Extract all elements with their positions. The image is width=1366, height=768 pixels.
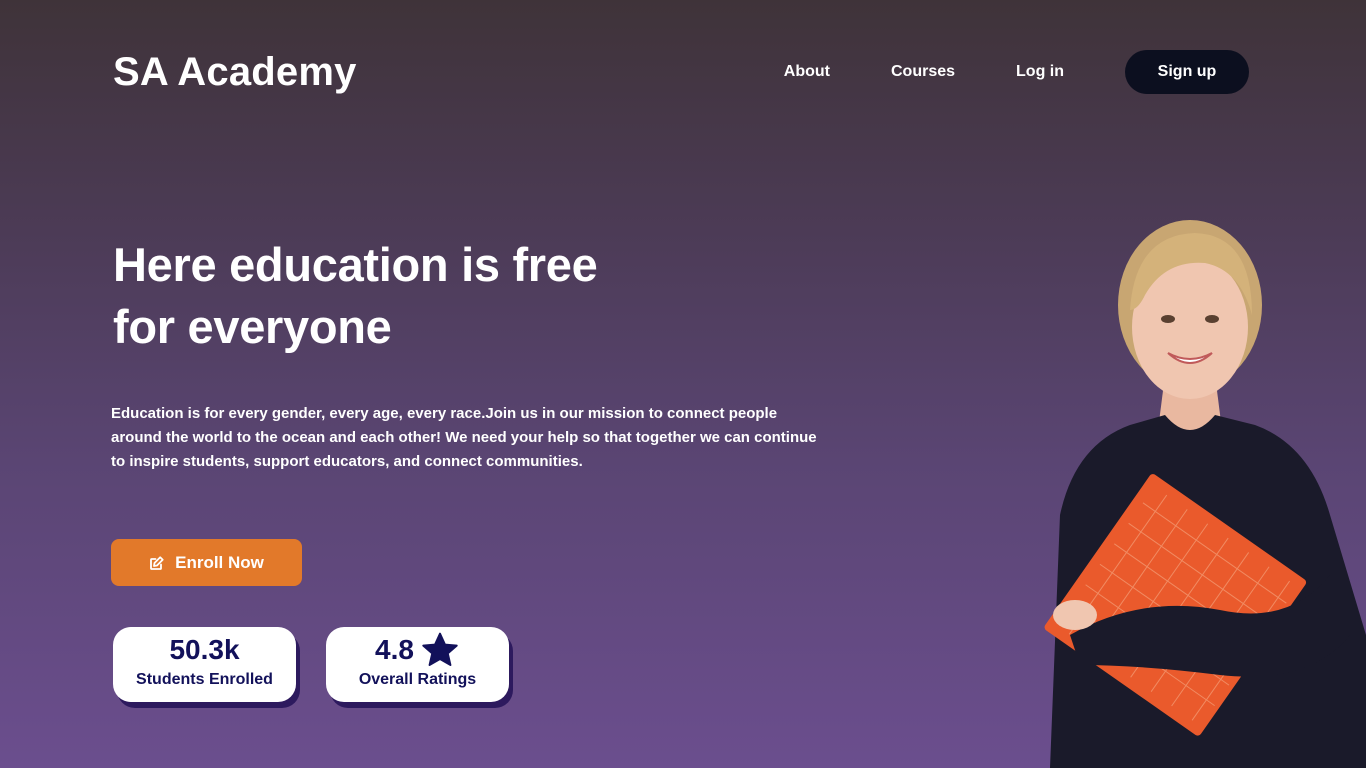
signup-button[interactable]: Sign up <box>1125 50 1249 94</box>
star-icon <box>420 632 460 668</box>
stat-card-ratings: 4.8 Overall Ratings <box>326 627 509 702</box>
stat-students-value: 50.3k <box>169 634 240 665</box>
stat-ratings-label: Overall Ratings <box>358 671 477 688</box>
enroll-now-label: Enroll Now <box>175 552 264 572</box>
site-logo[interactable]: SA Academy <box>113 50 357 95</box>
main-nav: About Courses Log in Sign up <box>784 50 1249 94</box>
hero-title: Here education is free for everyone <box>113 234 733 358</box>
stat-ratings-value-row: 4.8 <box>326 632 509 668</box>
hero-title-line1: Here education is free <box>113 238 598 291</box>
enroll-now-button[interactable]: Enroll Now <box>111 539 302 586</box>
hero-person-image <box>1044 220 1366 768</box>
nav-link-login[interactable]: Log in <box>1016 63 1064 81</box>
stat-ratings-value: 4.8 <box>375 634 414 665</box>
stat-students-label: Students Enrolled <box>136 671 273 688</box>
hero-description: Education is for every gender, every age… <box>111 405 817 470</box>
edit-icon <box>149 555 165 571</box>
nav-link-courses[interactable]: Courses <box>891 63 955 81</box>
hero-title-line2: for everyone <box>113 300 392 353</box>
stat-card-students: 50.3k Students Enrolled <box>113 627 296 702</box>
nav-link-about[interactable]: About <box>784 63 830 81</box>
